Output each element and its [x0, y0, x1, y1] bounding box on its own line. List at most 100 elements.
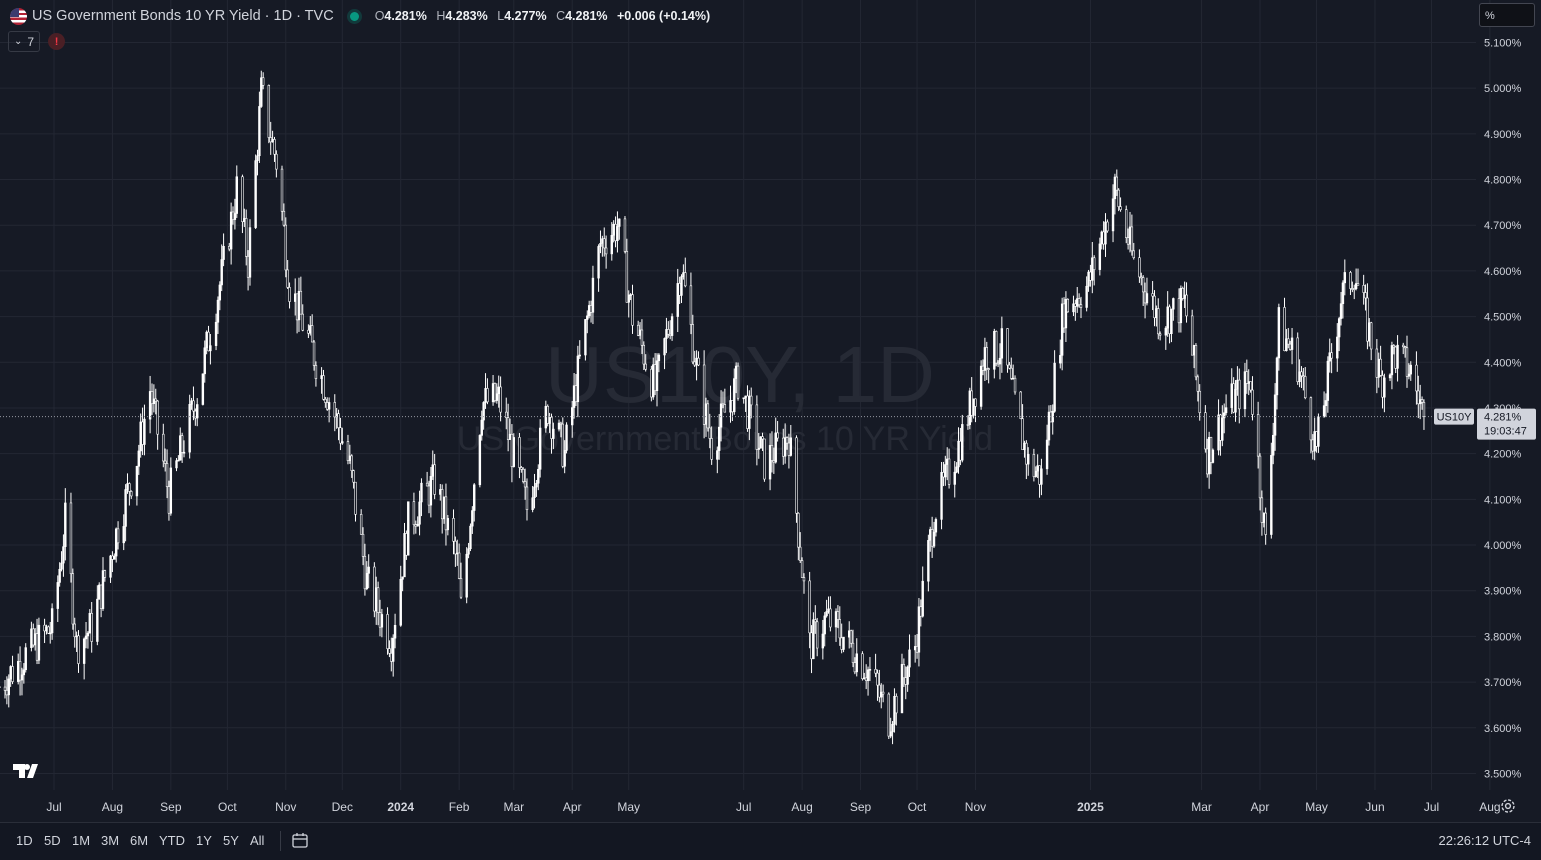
- candle: [421, 478, 423, 516]
- range-5d[interactable]: 5D: [44, 833, 61, 848]
- candle: [916, 634, 918, 659]
- unit-selector[interactable]: %: [1479, 3, 1535, 27]
- toolbar-divider: [280, 831, 281, 851]
- range-1d[interactable]: 1D: [16, 833, 33, 848]
- candle-body: [1257, 414, 1259, 456]
- candle-body: [8, 679, 10, 695]
- candle: [47, 625, 49, 634]
- candle-body: [645, 364, 647, 369]
- candle: [83, 637, 85, 679]
- candle: [1131, 215, 1133, 256]
- price-tick-label: 4.100%: [1484, 494, 1522, 506]
- symbol-title[interactable]: US Government Bonds 10 YR Yield · 1D · T…: [32, 8, 334, 24]
- candle-body: [1363, 285, 1365, 292]
- candle-body: [138, 451, 140, 466]
- time-tick-label: May: [617, 800, 640, 814]
- candle: [1291, 328, 1293, 364]
- candle-body: [1199, 391, 1201, 412]
- candle-body: [654, 365, 656, 391]
- candle: [470, 523, 472, 551]
- range-all[interactable]: All: [250, 833, 264, 848]
- candle-body: [618, 219, 620, 227]
- candle: [104, 570, 106, 582]
- candle-body: [835, 612, 837, 627]
- candle: [814, 605, 816, 634]
- candle: [852, 630, 854, 667]
- candle-body: [1417, 391, 1419, 404]
- candle-body: [98, 585, 100, 599]
- candle-body: [694, 362, 696, 365]
- candle-body: [1140, 277, 1142, 278]
- candle-body: [1421, 400, 1423, 403]
- candle-body: [760, 437, 762, 449]
- candle: [811, 625, 813, 673]
- candle: [193, 386, 195, 420]
- candle-body: [500, 387, 502, 412]
- candle-body: [1118, 190, 1120, 207]
- candle: [479, 434, 481, 487]
- candle-body: [402, 577, 404, 579]
- time-tick-label: Jul: [736, 800, 751, 814]
- indicators-toggle[interactable]: ⌄ 7: [8, 31, 40, 52]
- candle: [257, 150, 259, 176]
- candle-body: [784, 438, 786, 457]
- candle-body: [223, 246, 225, 259]
- range-6m[interactable]: 6M: [130, 833, 148, 848]
- settings-icon[interactable]: [1500, 798, 1516, 814]
- candle: [1086, 276, 1088, 311]
- candle: [1059, 340, 1061, 369]
- candle: [1336, 323, 1338, 372]
- candle: [1351, 282, 1353, 293]
- candle-body: [1152, 294, 1154, 297]
- calendar-range-icon[interactable]: [291, 832, 311, 850]
- last-price-value: 4.281%: [1484, 412, 1522, 424]
- candle: [1406, 336, 1408, 388]
- candle-body: [1024, 443, 1026, 450]
- chart-legend[interactable]: US Government Bonds 10 YR Yield · 1D · T…: [10, 6, 710, 26]
- candle: [1210, 437, 1212, 474]
- candle-body: [877, 673, 879, 685]
- candle-body: [865, 678, 867, 681]
- range-5y[interactable]: 5Y: [223, 833, 239, 848]
- alert-icon[interactable]: !: [48, 33, 65, 50]
- candle: [428, 481, 430, 513]
- range-1y[interactable]: 1Y: [196, 833, 212, 848]
- candle: [63, 534, 65, 576]
- candle: [922, 566, 924, 617]
- tradingview-logo-icon[interactable]: [13, 762, 45, 780]
- candle: [628, 290, 630, 317]
- candle: [1323, 391, 1325, 417]
- candle: [1007, 328, 1009, 373]
- candle-body: [639, 330, 641, 335]
- candle: [204, 340, 206, 382]
- range-3m[interactable]: 3M: [101, 833, 119, 848]
- candle: [432, 450, 434, 480]
- candle-body: [1365, 293, 1367, 298]
- range-1m[interactable]: 1M: [72, 833, 90, 848]
- candle: [285, 217, 287, 277]
- candle-body: [943, 472, 945, 477]
- candle-body: [1235, 389, 1237, 412]
- candle: [206, 330, 208, 354]
- candle-body: [797, 513, 799, 547]
- candle-body: [854, 663, 856, 672]
- candle: [843, 637, 845, 652]
- candle-body: [1220, 415, 1222, 440]
- candle: [878, 670, 880, 702]
- candle: [72, 569, 74, 630]
- candle: [164, 448, 166, 471]
- candle-body: [74, 624, 76, 637]
- candle-body: [711, 438, 713, 459]
- candle-body: [483, 402, 485, 420]
- candle-body: [1012, 378, 1014, 379]
- time-tick-label: Nov: [965, 800, 986, 814]
- candle-body: [12, 667, 14, 682]
- price-chart[interactable]: US10Y, 1DUS Government Bonds 10 YR Yield…: [0, 0, 1541, 822]
- candle: [1382, 370, 1384, 408]
- candle-body: [196, 405, 198, 419]
- utc-clock[interactable]: 22:26:12 UTC-4: [1439, 833, 1532, 848]
- candle-body: [986, 347, 988, 368]
- range-ytd[interactable]: YTD: [159, 833, 185, 848]
- candle-body: [136, 466, 138, 496]
- candle-body: [588, 305, 590, 315]
